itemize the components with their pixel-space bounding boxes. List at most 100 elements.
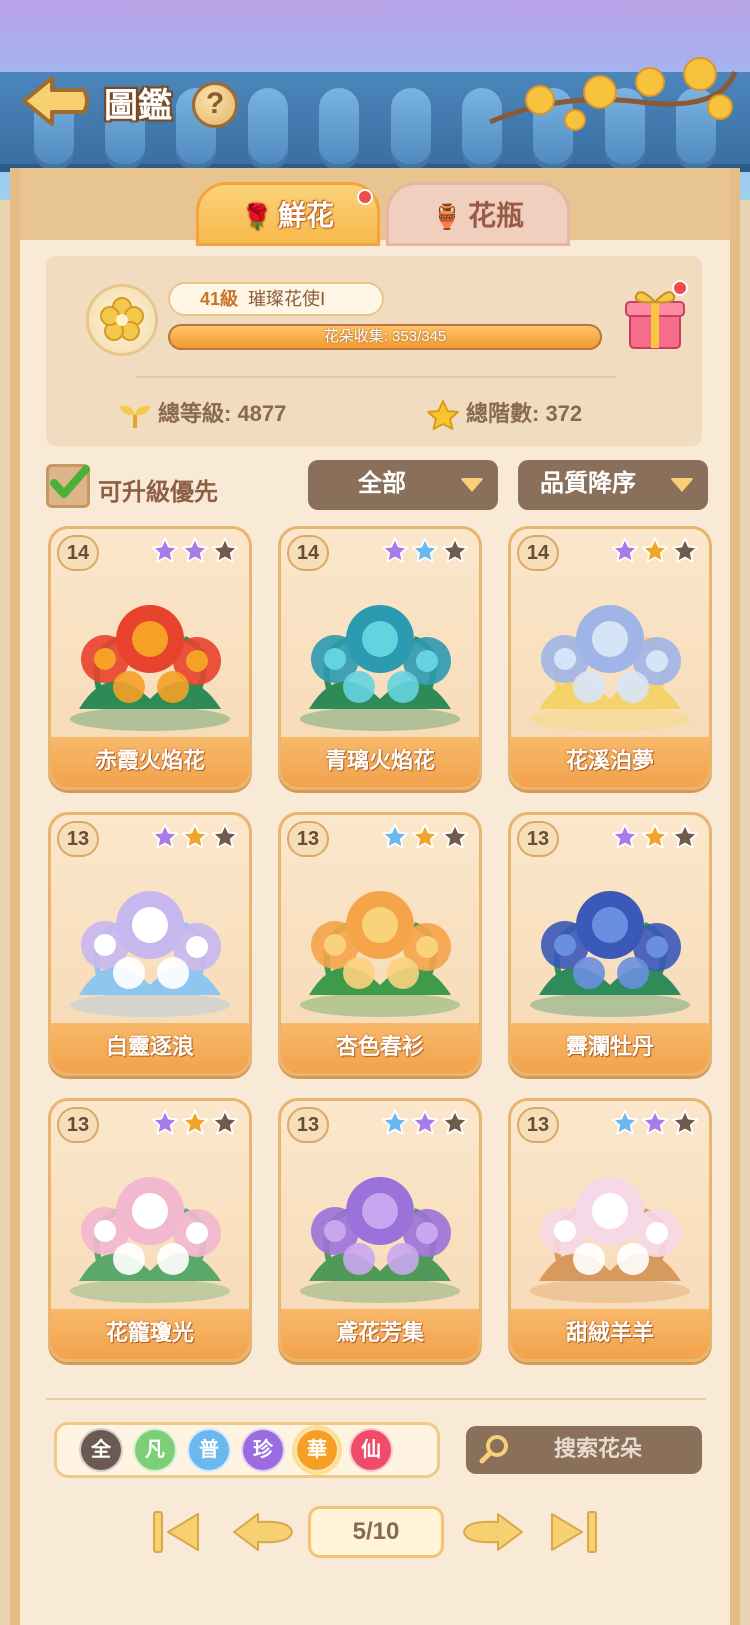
prev-page-button[interactable] xyxy=(230,1506,293,1558)
quality-stars xyxy=(381,537,469,563)
flower-card[interactable]: 13 霽瀾牡丹 xyxy=(508,812,712,1076)
prev-page-icon xyxy=(233,1513,293,1551)
star-icon xyxy=(427,400,459,431)
rarity-filter-5[interactable]: 仙 xyxy=(349,1428,393,1472)
search-placeholder: 搜索花朵 xyxy=(554,1436,643,1461)
flower-card[interactable]: 13 甜絨羊羊 xyxy=(508,1098,712,1362)
vase-icon: 🏺 xyxy=(432,204,462,231)
flower-card[interactable]: 13 白靈逐浪 xyxy=(48,812,252,1076)
progress-text: 花朵收集: 353/345 xyxy=(323,328,447,345)
main-panel: 🌹 鮮花 🏺 花瓶 41級 璀璨花使Ⅰ 花朵收集: 353/345 總等級: 4… xyxy=(10,168,740,1625)
sort-dropdown[interactable]: 品質降序 xyxy=(518,460,708,510)
rarity-filter-1[interactable]: 凡 xyxy=(133,1428,177,1472)
collector-level: 41級 xyxy=(200,289,239,309)
filter-row: 可升級優先 全部 品質降序 xyxy=(46,460,708,510)
star-icon xyxy=(671,823,699,849)
check-icon xyxy=(50,465,90,498)
card-name: 甜絨羊羊 xyxy=(511,1309,709,1359)
flower-card[interactable]: 14 青璃火焰花 xyxy=(278,526,482,790)
tab-flowers[interactable]: 🌹 鮮花 xyxy=(196,182,380,246)
card-name: 花溪泊夢 xyxy=(511,737,709,787)
star-icon xyxy=(211,1109,239,1135)
first-page-icon xyxy=(153,1511,199,1553)
quality-stars xyxy=(381,1109,469,1135)
next-page-icon xyxy=(463,1513,523,1551)
plum-blossom-decoration xyxy=(489,57,738,131)
tab-bar: 🌹 鮮花 🏺 花瓶 xyxy=(20,168,730,246)
flower-artwork xyxy=(70,1177,230,1303)
collection-progress-bar: 花朵收集: 353/345 xyxy=(168,324,602,350)
card-name: 霽瀾牡丹 xyxy=(511,1023,709,1073)
card-name: 青璃火焰花 xyxy=(281,737,479,787)
collector-rank: 璀璨花使Ⅰ xyxy=(248,289,326,309)
first-page-button[interactable] xyxy=(148,1506,204,1558)
search-icon xyxy=(479,1435,508,1464)
rarity-filter-2[interactable]: 普 xyxy=(187,1428,231,1472)
help-button[interactable]: ? xyxy=(192,82,238,128)
flower-artwork xyxy=(530,605,690,731)
star-icon xyxy=(441,1109,469,1135)
flower-card[interactable]: 14 花溪泊夢 xyxy=(508,526,712,790)
card-name: 白靈逐浪 xyxy=(51,1023,249,1073)
last-page-button[interactable] xyxy=(546,1506,602,1558)
divider xyxy=(136,376,616,378)
upgradable-first-checkbox[interactable] xyxy=(46,464,90,508)
flower-artwork xyxy=(300,605,460,731)
star-icon xyxy=(211,823,239,849)
sort-value: 品質降序 xyxy=(540,470,636,497)
flower-artwork xyxy=(530,891,690,1017)
category-dropdown[interactable]: 全部 xyxy=(308,460,498,510)
last-page-icon xyxy=(551,1511,597,1553)
rose-icon: 🌹 xyxy=(242,204,272,231)
card-name: 赤霞火焰花 xyxy=(51,737,249,787)
rarity-filter-3[interactable]: 珍 xyxy=(241,1428,285,1472)
star-icon xyxy=(441,537,469,563)
star-icon xyxy=(641,1109,669,1135)
star-icon xyxy=(151,823,179,849)
card-level-badge: 13 xyxy=(287,821,329,857)
back-arrow-icon xyxy=(22,76,89,126)
rarity-filter-0[interactable]: 全 xyxy=(79,1428,123,1472)
star-icon xyxy=(381,823,409,849)
card-name: 花籠瓊光 xyxy=(51,1309,249,1359)
quality-stars xyxy=(151,537,239,563)
card-level-badge: 14 xyxy=(287,535,329,571)
rarity-filter-4[interactable]: 華 xyxy=(295,1428,339,1472)
flower-card[interactable]: 13 杏色春衫 xyxy=(278,812,482,1076)
chevron-down-icon xyxy=(460,478,484,492)
star-icon xyxy=(181,537,209,563)
chevron-down-icon xyxy=(670,478,694,492)
quality-stars xyxy=(611,823,699,849)
notification-dot xyxy=(672,280,688,296)
star-icon xyxy=(411,823,439,849)
flower-card[interactable]: 13 花籠瓊光 xyxy=(48,1098,252,1362)
sprout-icon xyxy=(120,405,150,429)
tab-vases-label: 花瓶 xyxy=(467,200,524,231)
back-button[interactable] xyxy=(18,72,92,130)
star-icon xyxy=(411,537,439,563)
star-icon xyxy=(151,537,179,563)
search-input[interactable]: 搜索花朵 xyxy=(466,1426,702,1474)
star-icon xyxy=(181,1109,209,1135)
pagination: 5/10 xyxy=(140,1504,610,1564)
card-level-badge: 13 xyxy=(517,821,559,857)
flower-artwork xyxy=(70,891,230,1017)
star-icon xyxy=(641,823,669,849)
gift-box-button[interactable] xyxy=(624,280,688,352)
next-page-button[interactable] xyxy=(460,1506,523,1558)
star-icon xyxy=(671,1109,699,1135)
flower-card[interactable]: 13 鳶花芳集 xyxy=(278,1098,482,1362)
star-icon xyxy=(611,823,639,849)
tab-vases[interactable]: 🏺 花瓶 xyxy=(386,182,570,246)
star-icon xyxy=(611,537,639,563)
collection-info-card: 41級 璀璨花使Ⅰ 花朵收集: 353/345 總等級: 4877 總階數: 3… xyxy=(46,256,702,446)
total-level-stat: 總等級: 4877 xyxy=(118,396,286,429)
star-icon xyxy=(641,537,669,563)
quality-stars xyxy=(151,1109,239,1135)
star-icon xyxy=(381,1109,409,1135)
page-indicator: 5/10 xyxy=(308,1506,444,1558)
collector-level-pill: 41級 璀璨花使Ⅰ xyxy=(168,282,384,316)
flower-card[interactable]: 14 赤霞火焰花 xyxy=(48,526,252,790)
star-icon xyxy=(611,1109,639,1135)
rarity-filter-bar: 全凡普珍華仙 xyxy=(54,1422,440,1478)
